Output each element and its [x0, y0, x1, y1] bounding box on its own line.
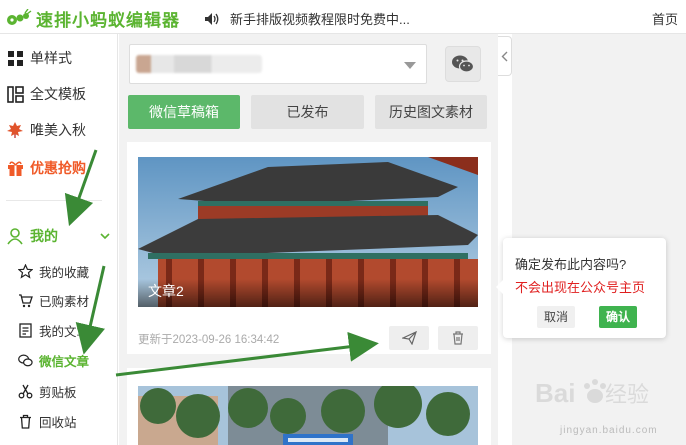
article-cover-image[interactable]: 文章2: [138, 157, 478, 307]
sidebar-sub-label: 我的收藏: [39, 266, 90, 280]
app-title: 速排小蚂蚁编辑器: [36, 11, 180, 30]
star-icon: [18, 264, 33, 279]
cancel-button[interactable]: 取消: [537, 306, 575, 328]
chevron-down-icon: [100, 232, 110, 239]
sidebar-divider: [6, 200, 102, 201]
sidebar-sub-purchased[interactable]: 已购素材: [18, 291, 89, 310]
tab-wechat-drafts[interactable]: 微信草稿箱: [128, 95, 240, 129]
sidebar-item-promo[interactable]: 优惠抢购: [6, 158, 86, 178]
document-icon: [18, 323, 33, 338]
announcement-bar[interactable]: 新手排版视频教程限时免费中...: [204, 9, 410, 28]
speaker-icon: [205, 12, 219, 25]
tab-published[interactable]: 已发布: [251, 95, 364, 129]
sidebar-item-template[interactable]: 全文模板: [6, 84, 86, 104]
wechat-login-button[interactable]: [445, 46, 481, 82]
tab-history-materials[interactable]: 历史图文素材: [375, 95, 487, 129]
sidebar-sub-wechat-articles[interactable]: 微信文章: [18, 351, 89, 370]
app-logo[interactable]: 速排小蚂蚁编辑器: [6, 6, 180, 31]
sidebar-sub-label: 我的文章: [39, 325, 90, 339]
account-select[interactable]: [129, 44, 427, 84]
maple-leaf-icon: [6, 121, 24, 139]
confirm-button[interactable]: 确认: [599, 306, 637, 328]
sidebar-item-mine[interactable]: 我的: [6, 226, 110, 246]
sidebar-item-label: 我的: [30, 228, 58, 244]
image-caption-overlay: 文章2: [138, 279, 478, 307]
article-card: 文章2 更新于2023-09-26 16:34:42: [127, 142, 491, 354]
trash-icon: [453, 331, 463, 345]
confirm-question: 确定发布此内容吗?: [515, 257, 627, 272]
sidebar-sub-favorites[interactable]: 我的收藏: [18, 262, 89, 281]
publish-confirm-popover: 确定发布此内容吗? 不会出现在公众号主页 取消 确认: [496, 238, 666, 338]
street-photo: [138, 386, 478, 445]
chevron-left-icon: [501, 51, 508, 61]
sidebar-item-single-style[interactable]: 单样式: [6, 48, 72, 68]
publish-button[interactable]: [389, 326, 429, 350]
top-bar: 速排小蚂蚁编辑器 新手排版视频教程限时免费中... 首页: [0, 0, 686, 34]
sidebar-sub-label: 回收站: [39, 416, 77, 430]
account-name-blurred: [136, 55, 262, 73]
article-cover-image[interactable]: [138, 386, 478, 445]
sidebar-sub-my-articles[interactable]: 我的文章: [18, 321, 89, 340]
svg-text:Bai: Bai: [535, 378, 575, 408]
home-link[interactable]: 首页: [652, 9, 678, 28]
article-panel: 微信草稿箱 已发布 历史图文素材 文章2 更新于2023-09-26 16:34…: [119, 34, 498, 445]
sidebar-sub-recycle-bin[interactable]: 回收站: [18, 412, 77, 431]
wechat-icon: [18, 353, 33, 368]
sidebar-item-label: 优惠抢购: [30, 160, 86, 176]
sidebar-item-label: 全文模板: [30, 86, 86, 102]
sidebar-item-autumn[interactable]: 唯美入秋: [6, 120, 86, 140]
watermark-url: jingyan.baidu.com: [560, 425, 658, 436]
template-icon: [6, 85, 24, 103]
cart-icon: [18, 293, 33, 308]
article-title: 文章2: [148, 283, 184, 299]
scissors-icon: [18, 384, 33, 399]
article-updated-time: 更新于2023-09-26 16:34:42: [138, 334, 280, 346]
confirm-warning: 不会出现在公众号主页: [515, 280, 646, 295]
sidebar-item-label: 唯美入秋: [30, 122, 86, 138]
wechat-icon: [452, 55, 475, 73]
single-style-icon: [6, 49, 24, 67]
user-icon: [6, 227, 24, 245]
sidebar-sub-label: 剪贴板: [39, 386, 77, 400]
baidu-watermark: Bai 经验: [535, 372, 675, 412]
left-sidebar: 单样式 全文模板 唯美入秋 优惠抢购 我的 我的收藏 已购素材 我的文章 微信文…: [0, 34, 118, 445]
ant-logo-icon: [7, 8, 32, 25]
svg-text:经验: 经验: [605, 382, 649, 407]
paper-plane-icon: [401, 331, 417, 345]
trash-icon: [18, 414, 33, 429]
sidebar-sub-clipboard[interactable]: 剪贴板: [18, 382, 77, 401]
caret-down-icon: [404, 62, 416, 69]
baidu-jingyan-logo: Bai 经验: [535, 378, 649, 408]
announcement-text: 新手排版视频教程限时免费中...: [230, 12, 410, 27]
collapse-panel-button[interactable]: [498, 36, 512, 76]
delete-button[interactable]: [438, 326, 478, 350]
sidebar-item-label: 单样式: [30, 50, 72, 66]
article-card: [127, 368, 491, 445]
sidebar-sub-label: 已购素材: [39, 295, 90, 309]
sidebar-sub-label: 微信文章: [39, 355, 90, 369]
gift-icon: [6, 159, 24, 177]
